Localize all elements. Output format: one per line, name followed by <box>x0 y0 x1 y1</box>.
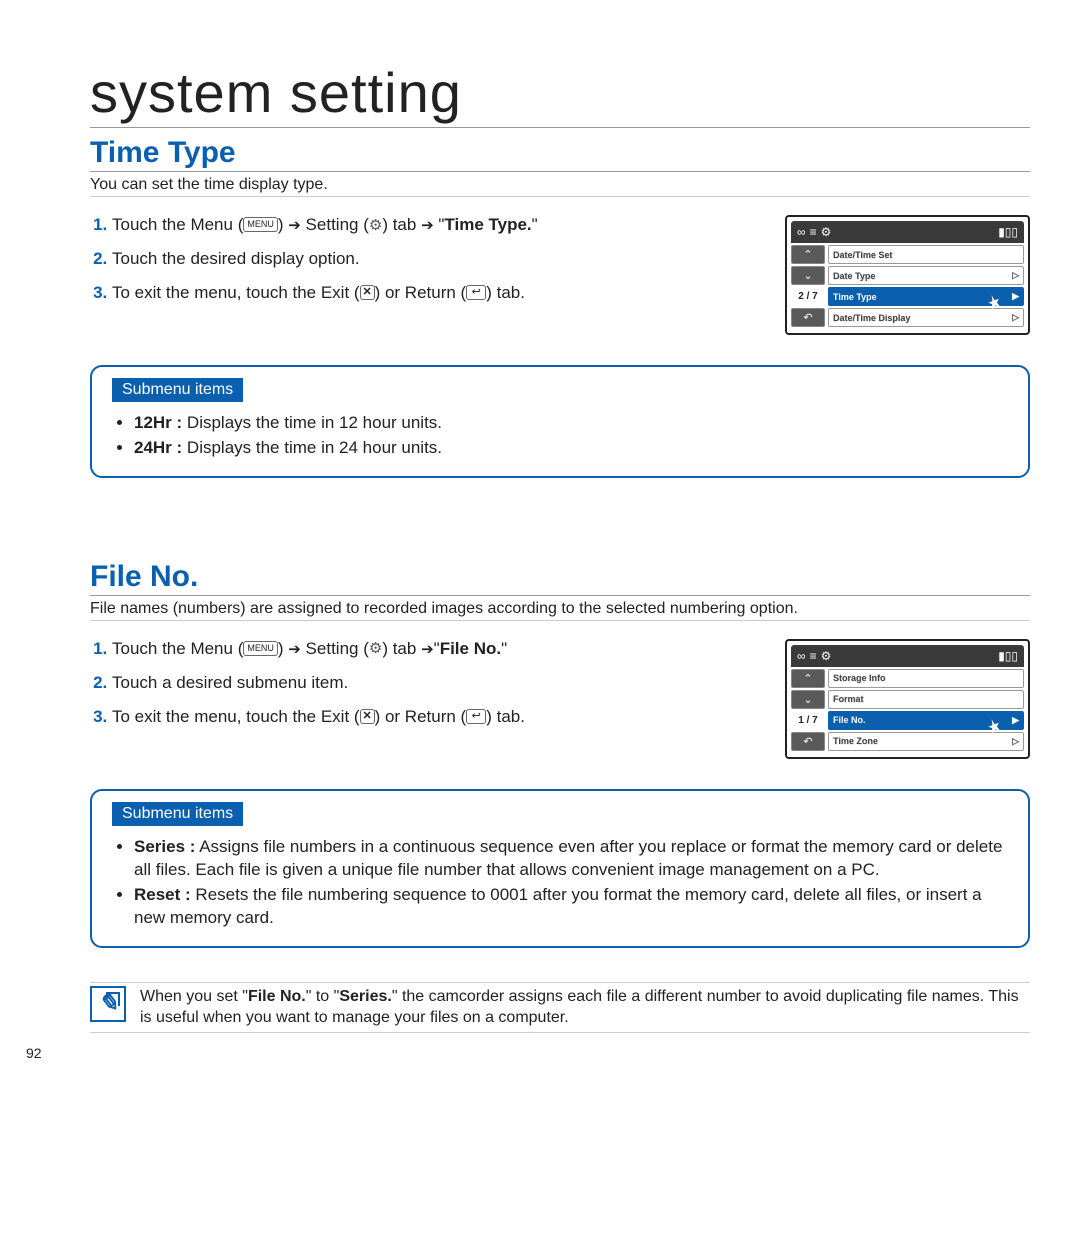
gear-icon: ⚙ <box>821 649 832 663</box>
list-icon: ≡ <box>810 225 817 239</box>
down-button[interactable]: ⌄ <box>791 266 825 285</box>
screenshot-time-type: ∞ ≡ ⚙ ▮▯▯ ⌃ ⌄ 2 / 7 ↶ Date/Time Set Date… <box>785 215 1030 335</box>
heading-file-no: File No. <box>90 560 1030 596</box>
page-number: 92 <box>26 1045 1030 1061</box>
arrow-icon: ➔ <box>421 217 434 234</box>
page-title: system setting <box>90 60 1030 128</box>
screenshot-file-no: ∞ ≡ ⚙ ▮▯▯ ⌃ ⌄ 1 / 7 ↶ Storage Info Forma… <box>785 639 1030 759</box>
page-indicator: 1 / 7 <box>791 711 825 730</box>
camera-icon: ∞ <box>797 649 806 663</box>
note-icon: ✎ <box>90 986 126 1022</box>
step-text: Touch the Menu (MENU) ➔ Setting (⚙) tab … <box>112 639 507 658</box>
menu-item-selected[interactable]: Time Type▶ <box>828 287 1024 306</box>
down-button[interactable]: ⌄ <box>791 690 825 709</box>
back-button[interactable]: ↶ <box>791 732 825 751</box>
menu-item[interactable]: Date Type▷ <box>828 266 1024 285</box>
page-indicator: 2 / 7 <box>791 287 825 306</box>
steps-file-no: Touch the Menu (MENU) ➔ Setting (⚙) tab … <box>90 639 767 741</box>
submenu-item: 24Hr : Displays the time in 24 hour unit… <box>134 437 1008 460</box>
menu-icon: MENU <box>243 217 278 232</box>
arrow-icon: ➔ <box>288 641 301 658</box>
gear-icon: ⚙ <box>369 639 382 657</box>
submenu-item: 12Hr : Displays the time in 12 hour unit… <box>134 412 1008 435</box>
up-button[interactable]: ⌃ <box>791 245 825 264</box>
exit-icon: ✕ <box>360 709 375 724</box>
arrow-icon: ➔ <box>421 641 434 658</box>
gear-icon: ⚙ <box>821 225 832 239</box>
submenu-title: Submenu items <box>112 802 243 826</box>
return-icon: ↩ <box>466 285 486 300</box>
submenu-title: Submenu items <box>112 378 243 402</box>
step-text: Touch the desired display option. <box>112 249 360 268</box>
menu-item[interactable]: Date/Time Set <box>828 245 1024 264</box>
menu-item[interactable]: Format <box>828 690 1024 709</box>
menu-icon: MENU <box>243 641 278 656</box>
battery-icon: ▮▯▯ <box>998 225 1018 239</box>
heading-time-type: Time Type <box>90 136 1030 172</box>
submenu-box-time-type: Submenu items 12Hr : Displays the time i… <box>90 365 1030 478</box>
steps-time-type: Touch the Menu (MENU) ➔ Setting (⚙) tab … <box>90 215 767 317</box>
intro-time-type: You can set the time display type. <box>90 176 1030 197</box>
submenu-box-file-no: Submenu items Series : Assigns file numb… <box>90 789 1030 948</box>
note-box: ✎ When you set "File No." to "Series." t… <box>90 982 1030 1033</box>
exit-icon: ✕ <box>360 285 375 300</box>
step-text: To exit the menu, touch the Exit (✕) or … <box>112 707 525 726</box>
back-button[interactable]: ↶ <box>791 308 825 327</box>
step-text: Touch the Menu (MENU) ➔ Setting (⚙) tab … <box>112 215 538 234</box>
submenu-item: Series : Assigns file numbers in a conti… <box>134 836 1008 882</box>
step-text: Touch a desired submenu item. <box>112 673 348 692</box>
camera-icon: ∞ <box>797 225 806 239</box>
intro-file-no: File names (numbers) are assigned to rec… <box>90 600 1030 621</box>
note-text: When you set "File No." to "Series." the… <box>140 986 1030 1029</box>
menu-item[interactable]: Time Zone▷ <box>828 732 1024 751</box>
step-text: To exit the menu, touch the Exit (✕) or … <box>112 283 525 302</box>
menu-item[interactable]: Storage Info <box>828 669 1024 688</box>
submenu-item: Reset : Resets the file numbering sequen… <box>134 884 1008 930</box>
up-button[interactable]: ⌃ <box>791 669 825 688</box>
arrow-icon: ➔ <box>288 217 301 234</box>
gear-icon: ⚙ <box>369 216 382 234</box>
menu-item-selected[interactable]: File No.▶ <box>828 711 1024 730</box>
battery-icon: ▮▯▯ <box>998 649 1018 663</box>
menu-item[interactable]: Date/Time Display▷ <box>828 308 1024 327</box>
return-icon: ↩ <box>466 709 486 724</box>
list-icon: ≡ <box>810 649 817 663</box>
